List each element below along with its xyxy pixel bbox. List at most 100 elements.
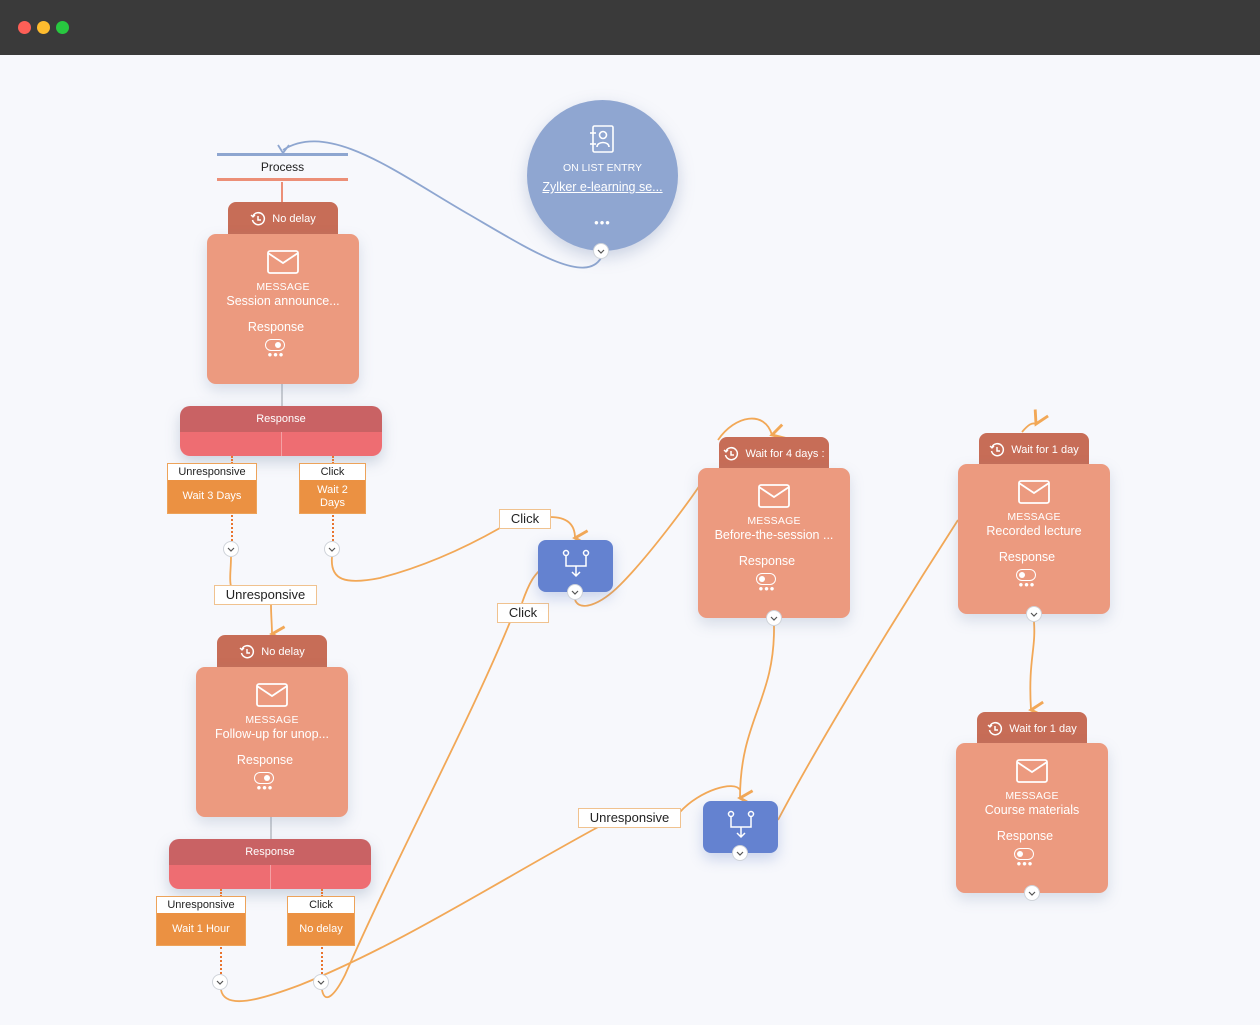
expand-button[interactable] xyxy=(313,974,329,990)
branch-condition: Click xyxy=(309,899,333,911)
message-kind: MESSAGE xyxy=(1005,790,1059,802)
message-card[interactable]: MESSAGE Session announce... Response ••• xyxy=(207,234,359,384)
branch-unresponsive[interactable]: Unresponsive Wait 3 Days xyxy=(167,463,257,514)
message-title: Before-the-session ... xyxy=(714,528,834,542)
close-window-button[interactable] xyxy=(18,21,31,34)
expand-button[interactable] xyxy=(324,541,340,557)
delay-label: Wait for 4 days : xyxy=(745,448,825,460)
message-card[interactable]: MESSAGE Before-the-session ... Response … xyxy=(698,468,850,618)
response-label: Response xyxy=(996,829,1054,843)
response-bar-label: Response xyxy=(169,839,371,865)
delay-tab[interactable]: Wait for 1 day xyxy=(979,433,1089,467)
delay-label: Wait for 1 day xyxy=(1009,723,1077,735)
path-label-unresponsive: Unresponsive xyxy=(578,808,681,828)
chevron-down-icon xyxy=(216,980,224,985)
delay-tab[interactable]: Wait for 1 day xyxy=(977,712,1087,746)
message-title: Session announce... xyxy=(226,294,340,308)
dotted-connector xyxy=(332,515,334,541)
envelope-icon xyxy=(1016,759,1048,783)
message-kind: MESSAGE xyxy=(1007,511,1061,523)
message-card[interactable]: MESSAGE Follow-up for unop... Response •… xyxy=(196,667,348,817)
chevron-down-icon xyxy=(328,547,336,552)
trigger-node[interactable]: ON LIST ENTRY Zylker e-learning se... ••… xyxy=(527,100,678,251)
branch-condition: Unresponsive xyxy=(167,899,235,911)
chevron-down-icon xyxy=(770,616,778,621)
maximize-window-button[interactable] xyxy=(56,21,69,34)
envelope-icon xyxy=(758,484,790,508)
response-label: Response xyxy=(998,550,1056,564)
process-top-line xyxy=(217,153,348,156)
response-label: Response xyxy=(236,753,294,767)
chevron-down-icon xyxy=(571,590,579,595)
chevron-down-icon xyxy=(597,249,605,254)
delay-label: No delay xyxy=(261,646,305,658)
more-options-icon[interactable]: ••• xyxy=(527,216,678,229)
branch-action: No delay xyxy=(288,913,354,945)
chevron-down-icon xyxy=(1030,612,1038,617)
process-label: Process xyxy=(260,160,305,174)
branch-unresponsive[interactable]: Unresponsive Wait 1 Hour xyxy=(156,896,246,946)
response-label: Response xyxy=(247,320,305,334)
chevron-down-icon xyxy=(227,547,235,552)
response-split-bar[interactable]: Response xyxy=(169,839,371,889)
message-title: Course materials xyxy=(984,803,1080,817)
expand-button[interactable] xyxy=(1024,885,1040,901)
expand-button[interactable] xyxy=(732,845,748,861)
history-clock-icon xyxy=(250,211,266,226)
window-titlebar xyxy=(0,0,1260,55)
process-bottom-line xyxy=(217,178,348,181)
branch-click[interactable]: Click Wait 2 Days xyxy=(299,463,366,514)
expand-button[interactable] xyxy=(593,243,609,259)
dotted-connector xyxy=(220,947,222,974)
message-card[interactable]: MESSAGE Recorded lecture Response ••• xyxy=(958,464,1110,614)
response-split-bar[interactable]: Response xyxy=(180,406,382,456)
more-options-icon[interactable]: ••• xyxy=(958,578,1096,591)
branch-click[interactable]: Click No delay xyxy=(287,896,355,946)
chevron-down-icon xyxy=(317,980,325,985)
history-clock-icon xyxy=(989,442,1005,457)
message-card[interactable]: MESSAGE Course materials Response ••• xyxy=(956,743,1108,893)
history-clock-icon xyxy=(724,446,739,461)
branch-action: Wait 3 Days xyxy=(168,480,256,513)
more-options-icon[interactable]: ••• xyxy=(956,857,1094,870)
branch-condition: Unresponsive xyxy=(178,466,246,478)
dotted-connector xyxy=(321,947,323,974)
expand-button[interactable] xyxy=(766,610,782,626)
delay-tab[interactable]: No delay xyxy=(228,202,338,236)
chevron-down-icon xyxy=(1028,891,1036,896)
expand-button[interactable] xyxy=(212,974,228,990)
message-kind: MESSAGE xyxy=(747,515,801,527)
response-label: Response xyxy=(738,554,796,568)
more-options-icon[interactable]: ••• xyxy=(698,582,836,595)
envelope-icon xyxy=(267,250,299,274)
message-title: Follow-up for unop... xyxy=(215,727,329,741)
path-label-click: Click xyxy=(499,509,551,529)
path-label-unresponsive: Unresponsive xyxy=(214,585,317,605)
expand-button[interactable] xyxy=(1026,606,1042,622)
split-branch-icon xyxy=(727,810,755,839)
chevron-down-icon xyxy=(736,851,744,856)
minimize-window-button[interactable] xyxy=(37,21,50,34)
path-label-click: Click xyxy=(497,603,549,623)
dotted-connector xyxy=(231,515,233,541)
envelope-icon xyxy=(1018,480,1050,504)
more-options-icon[interactable]: ••• xyxy=(207,348,345,361)
contact-book-icon xyxy=(590,125,614,153)
split-branch-icon xyxy=(562,549,590,578)
branch-action: Wait 1 Hour xyxy=(157,913,245,945)
delay-label: Wait for 1 day xyxy=(1011,444,1079,456)
trigger-list-link[interactable]: Zylker e-learning se... xyxy=(527,180,678,194)
envelope-icon xyxy=(256,683,288,707)
more-options-icon[interactable]: ••• xyxy=(196,781,334,794)
history-clock-icon xyxy=(239,644,255,659)
branch-action: Wait 2 Days xyxy=(300,480,365,513)
expand-button[interactable] xyxy=(223,541,239,557)
response-bar-label: Response xyxy=(180,406,382,432)
expand-button[interactable] xyxy=(567,584,583,600)
trigger-kind: ON LIST ENTRY xyxy=(563,162,642,174)
message-kind: MESSAGE xyxy=(256,281,310,293)
delay-tab[interactable]: No delay xyxy=(217,635,327,669)
delay-tab[interactable]: Wait for 4 days : xyxy=(719,437,829,471)
message-title: Recorded lecture xyxy=(986,524,1082,538)
message-kind: MESSAGE xyxy=(245,714,299,726)
